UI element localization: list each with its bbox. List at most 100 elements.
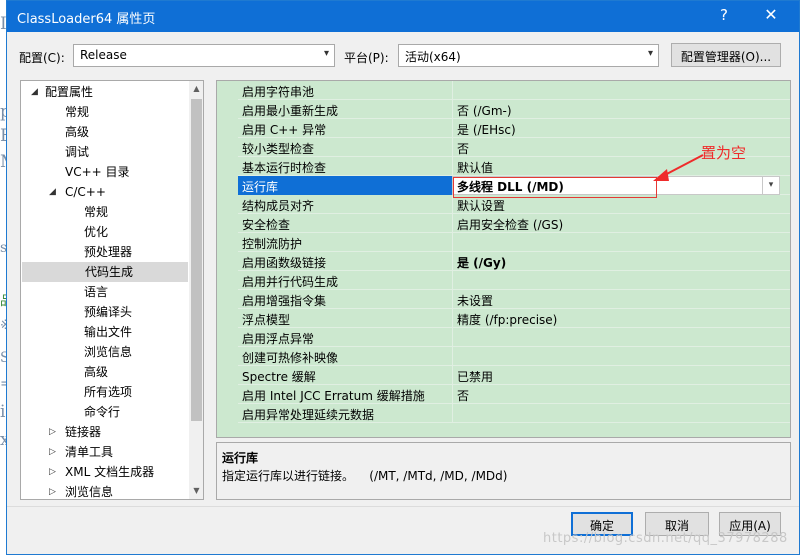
- tree-item[interactable]: 预编译头: [21, 302, 187, 322]
- config-manager-button[interactable]: 配置管理器(O)...: [671, 43, 781, 67]
- tree-item[interactable]: ▷ 浏览信息: [21, 482, 187, 499]
- expand-icon[interactable]: ▷: [49, 482, 56, 499]
- property-name: 启用浮点异常: [242, 332, 315, 346]
- close-icon[interactable]: ✕: [759, 5, 783, 27]
- property-row[interactable]: 启用最小重新生成 否 (/Gm-): [238, 100, 790, 119]
- chevron-down-icon: ▾: [647, 48, 653, 59]
- chevron-down-icon[interactable]: ▾: [762, 177, 779, 194]
- platform-select[interactable]: 活动(x64) ▾: [398, 44, 659, 67]
- tree-item-label: 高级: [84, 365, 109, 379]
- annotation-text: 置为空: [701, 144, 747, 162]
- tree-item[interactable]: 优化: [21, 222, 187, 242]
- footer-divider: [7, 506, 799, 507]
- property-row[interactable]: 启用字符串池: [238, 81, 790, 100]
- tree-item[interactable]: ▷ XML 文档生成器: [21, 462, 187, 482]
- scroll-down-icon[interactable]: ▼: [189, 483, 203, 499]
- property-value: 是 (/Gy): [457, 256, 507, 270]
- tree-item[interactable]: ◢ C/C++: [21, 182, 187, 202]
- scroll-up-icon[interactable]: ▲: [189, 81, 203, 97]
- tree-item[interactable]: 命令行: [21, 402, 187, 422]
- tree-item[interactable]: 常规: [21, 102, 187, 122]
- property-row[interactable]: 启用并行代码生成: [238, 271, 790, 290]
- property-row[interactable]: 浮点模型 精度 (/fp:precise): [238, 309, 790, 328]
- column-divider: [452, 81, 453, 100]
- property-name: 运行库: [238, 176, 452, 195]
- property-row[interactable]: 启用增强指令集 未设置: [238, 290, 790, 309]
- collapse-icon[interactable]: ◢: [31, 82, 38, 102]
- property-value: 否 (/Gm-): [457, 104, 512, 118]
- property-row[interactable]: 安全检查 启用安全检查 (/GS): [238, 214, 790, 233]
- column-divider: [452, 385, 453, 404]
- tree-item[interactable]: ▷ 清单工具: [21, 442, 187, 462]
- property-value: 精度 (/fp:precise): [457, 313, 558, 327]
- tree-item-label: 浏览信息: [84, 345, 133, 359]
- config-select[interactable]: Release ▾: [73, 44, 335, 67]
- tree-item-label: 代码生成: [85, 265, 134, 279]
- expand-icon[interactable]: ▷: [49, 422, 56, 442]
- property-value: 默认值: [457, 161, 494, 175]
- expand-icon[interactable]: ▷: [49, 442, 56, 462]
- tree-item-label: 命令行: [84, 405, 121, 419]
- tree-item[interactable]: 代码生成: [22, 262, 188, 282]
- tree-item-label: 链接器: [65, 425, 102, 439]
- description-title: 运行库: [222, 451, 259, 465]
- tree-item[interactable]: 高级: [21, 362, 187, 382]
- platform-label: 平台(P):: [344, 51, 389, 65]
- platform-select-value: 活动(x64): [405, 50, 461, 64]
- property-row[interactable]: 启用异常处理延续元数据: [238, 404, 790, 423]
- tree-item[interactable]: ◢ 配置属性: [21, 82, 187, 102]
- tree-item-label: 清单工具: [65, 445, 114, 459]
- property-value: 否: [457, 389, 470, 403]
- column-divider: [452, 290, 453, 309]
- description-panel: 运行库 指定运行库以进行链接。 (/MT, /MTd, /MD, /MDd): [216, 442, 791, 500]
- property-name: 控制流防护: [242, 237, 303, 251]
- property-name: 启用异常处理延续元数据: [242, 408, 375, 422]
- tree-item-label: 常规: [84, 205, 109, 219]
- collapse-icon[interactable]: ◢: [49, 182, 56, 202]
- property-row[interactable]: 启用 Intel JCC Erratum 缓解措施 否: [238, 385, 790, 404]
- title-bar[interactable]: ClassLoader64 属性页 ? ✕: [7, 1, 799, 32]
- tree-scrollbar[interactable]: ▲ ▼: [189, 81, 203, 499]
- column-divider: [452, 366, 453, 385]
- property-name: 启用并行代码生成: [242, 275, 339, 289]
- config-label: 配置(C):: [19, 51, 65, 65]
- property-row[interactable]: 控制流防护: [238, 233, 790, 252]
- property-value: 否: [457, 142, 470, 156]
- property-row[interactable]: 启用浮点异常: [238, 328, 790, 347]
- tree-item-label: 预编译头: [84, 305, 133, 319]
- expand-icon[interactable]: ▷: [49, 462, 56, 482]
- property-row[interactable]: 创建可热修补映像: [238, 347, 790, 366]
- tree-item[interactable]: 浏览信息: [21, 342, 187, 362]
- tree-item-label: VC++ 目录: [65, 165, 130, 179]
- description-text: 指定运行库以进行链接。 (/MT, /MTd, /MD, /MDd): [222, 469, 508, 483]
- tree-item[interactable]: VC++ 目录: [21, 162, 187, 182]
- tree-item[interactable]: 常规: [21, 202, 187, 222]
- property-value: 是 (/EHsc): [457, 123, 516, 137]
- tree-item[interactable]: 高级: [21, 122, 187, 142]
- property-value: 默认设置: [457, 199, 506, 213]
- column-divider: [452, 138, 453, 157]
- tree-item[interactable]: 输出文件: [21, 322, 187, 342]
- watermark: https://blog.csdn.net/qq_37978288: [543, 531, 788, 546]
- tree-item[interactable]: 预处理器: [21, 242, 187, 262]
- tree-item[interactable]: 语言: [21, 282, 187, 302]
- tree-item-label: 预处理器: [84, 245, 133, 259]
- property-tree[interactable]: ◢ 配置属性 常规 高级 调试 VC++ 目录 ◢ C/C++ 常规 优化 预处理器 代码生成 语言 预编…: [20, 80, 204, 500]
- tree-item[interactable]: 调试: [21, 142, 187, 162]
- scroll-thumb[interactable]: [191, 99, 202, 421]
- column-divider: [452, 233, 453, 252]
- property-row[interactable]: 启用 C++ 异常 是 (/EHsc): [238, 119, 790, 138]
- help-icon[interactable]: ?: [714, 6, 734, 26]
- tree-item[interactable]: 所有选项: [21, 382, 187, 402]
- column-divider: [452, 119, 453, 138]
- tree-item-label: 输出文件: [84, 325, 133, 339]
- property-name: 启用 C++ 异常: [242, 123, 327, 137]
- column-divider: [452, 328, 453, 347]
- property-row[interactable]: 启用函数级链接 是 (/Gy): [238, 252, 790, 271]
- config-select-value: Release: [80, 48, 127, 62]
- property-grid[interactable]: 启用字符串池 启用最小重新生成 否 (/Gm-) 启用 C++ 异常 是 (/EHsc)…: [216, 80, 791, 438]
- annotation-arrow-icon: [653, 154, 704, 181]
- tree-item[interactable]: ▷ 链接器: [21, 422, 187, 442]
- property-name: 启用字符串池: [242, 85, 315, 99]
- property-row[interactable]: Spectre 缓解 已禁用: [238, 366, 790, 385]
